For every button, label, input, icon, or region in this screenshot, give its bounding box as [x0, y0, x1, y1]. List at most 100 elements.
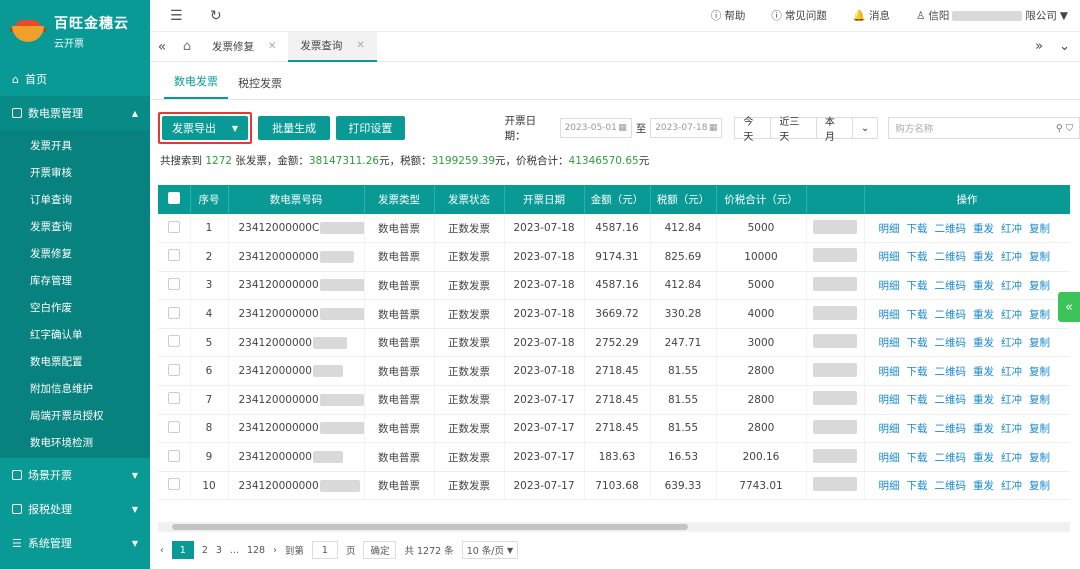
row-op-link[interactable]: 复制	[1029, 251, 1050, 263]
row-checkbox[interactable]	[167, 306, 180, 319]
row-op-link[interactable]: 明细	[879, 309, 900, 321]
row-op-link[interactable]: 重发	[973, 337, 994, 349]
page-2-button[interactable]: 2	[202, 545, 208, 556]
row-op-link[interactable]: 明细	[879, 394, 900, 406]
row-op-link[interactable]: 明细	[879, 251, 900, 263]
quick-3days-button[interactable]: 近三天	[771, 117, 817, 143]
chevron-down-icon[interactable]: ⌄	[1059, 39, 1070, 54]
row-select-cell[interactable]	[158, 442, 191, 472]
row-select-cell[interactable]	[158, 356, 191, 387]
row-select-cell[interactable]	[158, 214, 191, 244]
tab-invoice-repair[interactable]: 发票修复 ✕	[200, 32, 288, 62]
row-op-link[interactable]: 复制	[1029, 394, 1050, 406]
row-op-link[interactable]: 下载	[907, 309, 928, 321]
buyer-search-input[interactable]: 购方名称 ⚲ ⛉	[888, 117, 1080, 139]
row-op-link[interactable]: 复制	[1029, 280, 1050, 292]
row-checkbox[interactable]	[167, 392, 180, 405]
sidebar-subitem[interactable]: 发票开具	[0, 132, 150, 159]
row-op-link[interactable]: 下载	[907, 251, 928, 263]
row-op-link[interactable]: 下载	[907, 223, 928, 235]
row-op-link[interactable]: 二维码	[935, 423, 967, 435]
table-row[interactable]: 2 234120000000 数电普票 正数发票 2023-07-18 9174.31 82…	[158, 242, 1070, 272]
row-op-link[interactable]: 重发	[973, 423, 994, 435]
sidebar-subitem[interactable]: 数电票配置	[0, 348, 150, 375]
row-op-link[interactable]: 重发	[973, 223, 994, 235]
row-op-link[interactable]: 下载	[907, 280, 928, 292]
row-op-link[interactable]: 重发	[973, 366, 994, 378]
row-select-cell[interactable]	[158, 242, 191, 272]
row-op-link[interactable]: 红冲	[1001, 280, 1022, 292]
row-op-link[interactable]: 重发	[973, 309, 994, 321]
scrollbar-thumb[interactable]	[172, 524, 688, 530]
help-link[interactable]: ⓘ 帮助	[711, 8, 746, 23]
table-row[interactable]: 1 23412000000C 数电普票 正数发票 2023-07-18 4587.16 41…	[158, 214, 1070, 244]
page-size-select[interactable]: 10 条/页 ▼	[461, 541, 519, 559]
row-op-link[interactable]: 下载	[907, 366, 928, 378]
row-op-link[interactable]: 复制	[1029, 309, 1050, 321]
sidebar-subitem[interactable]: 发票修复	[0, 240, 150, 267]
sidebar-group-scene[interactable]: 场景开票 ▼	[0, 458, 150, 492]
select-all-checkbox[interactable]	[167, 192, 180, 204]
row-checkbox[interactable]	[167, 449, 180, 462]
row-op-link[interactable]: 二维码	[935, 337, 967, 349]
row-op-link[interactable]: 明细	[879, 452, 900, 464]
row-op-link[interactable]: 明细	[879, 280, 900, 292]
table-row[interactable]: 4 234120000000 数电普票 正数发票 2023-07-18 3669.72 33…	[158, 299, 1070, 329]
sidebar-subitem[interactable]: 订单查询	[0, 186, 150, 213]
row-op-link[interactable]: 二维码	[935, 309, 967, 321]
row-op-link[interactable]: 二维码	[935, 223, 967, 235]
tab-e-invoice[interactable]: 数电发票	[164, 73, 228, 99]
row-op-link[interactable]: 红冲	[1001, 337, 1022, 349]
row-select-cell[interactable]	[158, 299, 191, 329]
table-row[interactable]: 5 23412000000 数电普票 正数发票 2023-07-18 2752.29 247…	[158, 328, 1070, 358]
row-checkbox[interactable]	[167, 249, 180, 262]
print-settings-button[interactable]: 打印设置	[336, 116, 405, 140]
page-last-button[interactable]: 128	[247, 545, 265, 556]
table-row[interactable]: 7 234120000000 数电普票 正数发票 2023-07-17 2718.45 81…	[158, 385, 1070, 415]
sidebar-group-system[interactable]: ☰ 系统管理 ▼	[0, 526, 150, 560]
row-op-link[interactable]: 明细	[879, 366, 900, 378]
row-op-link[interactable]: 重发	[973, 280, 994, 292]
row-op-link[interactable]: 红冲	[1001, 251, 1022, 263]
sidebar-subitem[interactable]: 发票查询	[0, 213, 150, 240]
row-op-link[interactable]: 二维码	[935, 452, 967, 464]
goto-page-input[interactable]: 1	[311, 541, 338, 559]
table-row[interactable]: 6 23412000000 数电普票 正数发票 2023-07-18 2718.45 81.…	[158, 356, 1070, 387]
sidebar-group-e-invoice[interactable]: 数电票管理 ▲	[0, 96, 150, 130]
row-checkbox[interactable]	[167, 335, 180, 348]
table-row[interactable]: 9 23412000000 数电普票 正数发票 2023-07-17 183.63 16.5…	[158, 442, 1070, 472]
row-op-link[interactable]: 复制	[1029, 480, 1050, 492]
row-op-link[interactable]: 红冲	[1001, 452, 1022, 464]
page-1-button[interactable]: 1	[171, 541, 194, 559]
row-op-link[interactable]: 二维码	[935, 480, 967, 492]
row-checkbox[interactable]	[167, 478, 180, 491]
table-row[interactable]: 3 234120000000 数电普票 正数发票 2023-07-18 4587.16 41…	[158, 271, 1070, 301]
row-op-link[interactable]: 二维码	[935, 394, 967, 406]
row-select-cell[interactable]	[158, 414, 191, 444]
row-op-link[interactable]: 明细	[879, 480, 900, 492]
row-select-cell[interactable]	[158, 471, 191, 501]
row-op-link[interactable]: 复制	[1029, 366, 1050, 378]
tabs-scroll-right-icon[interactable]: »	[1035, 39, 1043, 54]
row-op-link[interactable]: 二维码	[935, 251, 967, 263]
row-op-link[interactable]: 红冲	[1001, 223, 1022, 235]
row-select-cell[interactable]	[158, 328, 191, 358]
row-op-link[interactable]: 重发	[973, 452, 994, 464]
batch-generate-button[interactable]: 批量生成	[258, 116, 331, 140]
refresh-icon[interactable]: ↻	[210, 8, 230, 24]
tab-tax-control-invoice[interactable]: 税控发票	[228, 75, 292, 99]
row-op-link[interactable]: 下载	[907, 337, 928, 349]
table-row[interactable]: 8 234120000000 数电普票 正数发票 2023-07-17 2718.45 81…	[158, 414, 1070, 444]
row-op-link[interactable]: 重发	[973, 394, 994, 406]
faq-link[interactable]: ⓘ 常见问题	[771, 8, 827, 23]
row-op-link[interactable]: 红冲	[1001, 394, 1022, 406]
row-op-link[interactable]: 复制	[1029, 337, 1050, 349]
table-row[interactable]: 10 234120000000 数电普票 正数发票 2023-07-17 7103.68 6…	[158, 471, 1070, 501]
row-op-link[interactable]: 明细	[879, 223, 900, 235]
row-op-link[interactable]: 红冲	[1001, 309, 1022, 321]
row-op-link[interactable]: 下载	[907, 480, 928, 492]
sidebar-item-home[interactable]: ⌂ 首页	[0, 62, 150, 96]
close-icon[interactable]: ✕	[268, 41, 276, 52]
user-menu[interactable]: ♙ 信阳 限公司 ▼	[916, 8, 1068, 23]
messages-link[interactable]: 🔔 消息	[853, 8, 890, 23]
